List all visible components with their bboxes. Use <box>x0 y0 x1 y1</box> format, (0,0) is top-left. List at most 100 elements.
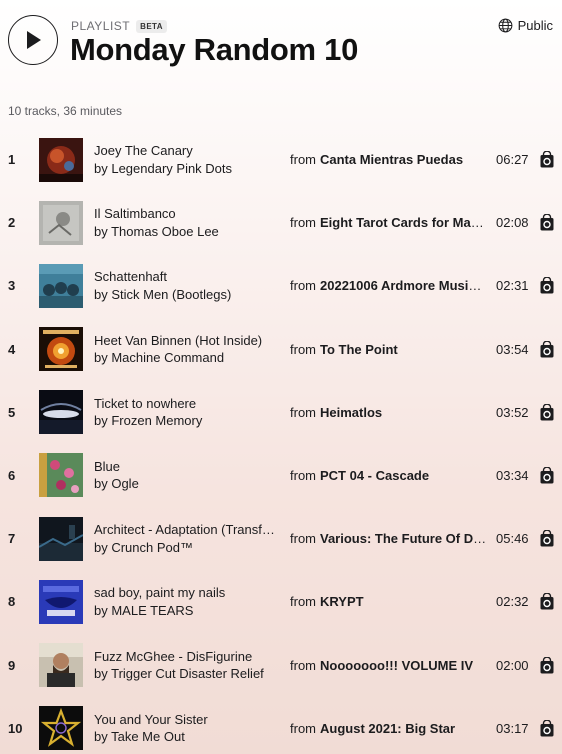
album-art[interactable] <box>39 643 83 687</box>
track-title[interactable]: Fuzz McGhee - DisFigurine <box>94 648 282 666</box>
album-name[interactable]: Various: The Future Of Dr… <box>320 531 488 546</box>
track-duration: 02:31 <box>496 278 529 294</box>
track-row[interactable]: 10 You and Your Sister by Take Me Out fr… <box>0 697 562 754</box>
page-title: Monday Random 10 <box>70 32 359 67</box>
track-duration: 05:46 <box>496 531 529 547</box>
from-label: from <box>290 657 316 673</box>
track-duration: 02:32 <box>496 594 529 610</box>
album-name[interactable]: Canta Mientras Puedas <box>320 152 463 167</box>
from-label: from <box>290 467 316 483</box>
shopping-bag-icon[interactable] <box>540 403 554 421</box>
track-number: 6 <box>8 467 16 483</box>
track-album: from Eight Tarot Cards for Mad… <box>290 191 488 254</box>
beta-badge: BETA <box>136 19 167 33</box>
track-info: Schattenhaft by Stick Men (Bootlegs) <box>94 268 282 303</box>
track-album: from Heimatlos <box>290 381 488 444</box>
track-artist[interactable]: by MALE TEARS <box>94 602 282 620</box>
album-art[interactable] <box>39 453 83 498</box>
shopping-bag-icon[interactable] <box>540 277 554 294</box>
track-info: Ticket to nowhere by Frozen Memory <box>94 395 282 430</box>
shopping-bag-icon[interactable] <box>540 530 554 547</box>
album-art[interactable] <box>39 200 83 245</box>
track-duration: 06:27 <box>496 152 529 167</box>
track-row[interactable]: 2 Il Saltimbanco by Thomas Oboe Lee from… <box>0 191 562 254</box>
track-duration: 03:34 <box>496 467 529 483</box>
from-label: from <box>290 152 316 167</box>
track-artist[interactable]: by Crunch Pod™ <box>94 539 282 557</box>
album-name[interactable]: Nooooooo!!! VOLUME IV <box>320 658 473 673</box>
track-title[interactable]: Blue <box>94 458 282 476</box>
track-row[interactable]: 9 Fuzz McGhee - DisFigurine by Trigger C… <box>0 634 562 697</box>
track-artist[interactable]: by Ogle <box>94 475 282 493</box>
playlist-summary: 10 tracks, 36 minutes <box>8 104 123 118</box>
track-album: from KRYPT <box>290 570 488 633</box>
album-name[interactable]: KRYPT <box>320 594 364 609</box>
track-title[interactable]: sad boy, paint my nails <box>94 584 282 602</box>
track-row[interactable]: 6 Blue by Ogle from PCT 04 - Cascade 03:3… <box>0 444 562 507</box>
globe-icon <box>498 18 512 33</box>
track-album: from August 2021: Big Star <box>290 697 488 754</box>
track-artist[interactable]: by Take Me Out <box>94 728 282 746</box>
from-label: from <box>290 531 316 547</box>
track-title[interactable]: You and Your Sister <box>94 711 282 729</box>
shopping-bag-icon[interactable] <box>540 466 554 484</box>
from-label: from <box>290 404 316 420</box>
track-row[interactable]: 4 Heet Van Binnen (Hot Inside) by Machin… <box>0 318 562 381</box>
track-title[interactable]: Il Saltimbanco <box>94 205 282 223</box>
playlist-label: PLAYLIST <box>71 19 131 33</box>
album-art[interactable] <box>39 327 83 372</box>
track-title[interactable]: Schattenhaft <box>94 268 282 286</box>
play-button[interactable] <box>8 15 58 65</box>
track-row[interactable]: 3 Schattenhaft by Stick Men (Bootlegs) f… <box>0 254 562 317</box>
track-artist[interactable]: by Machine Command <box>94 349 282 367</box>
track-number: 5 <box>8 404 16 420</box>
album-art[interactable] <box>39 516 83 561</box>
track-row[interactable]: 1 Joey The Canary by Legendary Pink Dots… <box>0 128 562 191</box>
track-title[interactable]: Architect - Adaptation (Transfo… <box>94 521 282 539</box>
album-name[interactable]: 20221006 Ardmore Music … <box>320 278 488 293</box>
track-number: 4 <box>8 341 16 357</box>
album-name[interactable]: Heimatlos <box>320 405 382 420</box>
album-name[interactable]: Eight Tarot Cards for Mad… <box>320 215 488 230</box>
album-art[interactable] <box>39 706 83 751</box>
track-row[interactable]: 8 sad boy, paint my nails by MALE TEARS … <box>0 570 562 633</box>
track-duration: 03:52 <box>496 404 529 420</box>
track-title[interactable]: Ticket to nowhere <box>94 395 282 413</box>
shopping-bag-icon[interactable] <box>540 151 554 168</box>
track-artist[interactable]: by Thomas Oboe Lee <box>94 223 282 241</box>
shopping-bag-icon[interactable] <box>540 214 554 231</box>
playlist-kicker: PLAYLIST BETA <box>71 19 167 33</box>
shopping-bag-icon[interactable] <box>540 719 554 737</box>
album-name[interactable]: To The Point <box>320 342 398 357</box>
shopping-bag-icon[interactable] <box>540 593 554 610</box>
track-artist[interactable]: by Stick Men (Bootlegs) <box>94 286 282 304</box>
track-artist[interactable]: by Trigger Cut Disaster Relief <box>94 665 282 683</box>
track-number: 3 <box>8 278 16 294</box>
track-info: sad boy, paint my nails by MALE TEARS <box>94 584 282 619</box>
from-label: from <box>290 278 316 294</box>
track-row[interactable]: 7 Architect - Adaptation (Transfo… by Cr… <box>0 507 562 570</box>
from-label: from <box>290 594 316 610</box>
from-label: from <box>290 720 316 736</box>
album-art[interactable] <box>39 390 83 435</box>
track-album: from Canta Mientras Puedas <box>290 128 488 191</box>
track-artist[interactable]: by Legendary Pink Dots <box>94 160 282 178</box>
track-info: Heet Van Binnen (Hot Inside) by Machine … <box>94 332 282 367</box>
track-info: Architect - Adaptation (Transfo… by Crun… <box>94 521 282 556</box>
track-title[interactable]: Joey The Canary <box>94 142 282 160</box>
track-title[interactable]: Heet Van Binnen (Hot Inside) <box>94 332 282 350</box>
album-art[interactable] <box>39 263 83 308</box>
album-name[interactable]: August 2021: Big Star <box>320 721 455 736</box>
shopping-bag-icon[interactable] <box>540 340 554 358</box>
album-art[interactable] <box>39 137 83 182</box>
track-info: You and Your Sister by Take Me Out <box>94 711 282 746</box>
shopping-bag-icon[interactable] <box>540 656 554 674</box>
track-duration: 02:08 <box>496 215 529 231</box>
track-info: Il Saltimbanco by Thomas Oboe Lee <box>94 205 282 240</box>
album-name[interactable]: PCT 04 - Cascade <box>320 468 429 483</box>
playlist-header: PLAYLIST BETA Monday Random 10 Public <box>0 0 562 100</box>
track-row[interactable]: 5 Ticket to nowhere by Frozen Memory fro… <box>0 381 562 444</box>
visibility-toggle[interactable]: Public <box>498 18 553 33</box>
track-artist[interactable]: by Frozen Memory <box>94 412 282 430</box>
album-art[interactable] <box>39 579 83 624</box>
